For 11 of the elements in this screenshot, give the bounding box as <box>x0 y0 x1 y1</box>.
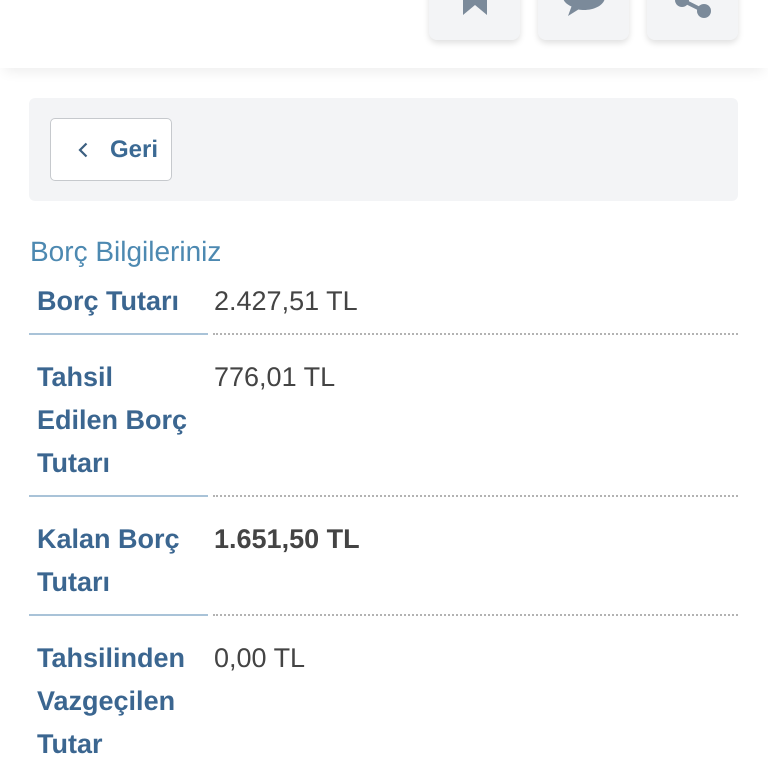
field-label: Kalan Borç Tutarı <box>37 523 181 599</box>
field-label: Tahsilinden Vazgeçilen Tutar <box>37 642 186 761</box>
section-title: Borç Bilgileriniz <box>30 235 222 269</box>
field-value: 776,01 TL <box>214 362 336 392</box>
field-value: 0,00 TL <box>214 643 306 673</box>
field-value: 2.427,51 TL <box>214 286 358 316</box>
field-value: 1.651,50 TL <box>214 524 360 554</box>
field-label: Tahsil Edilen Borç Tutarı <box>37 361 188 480</box>
back-button[interactable]: Geri <box>50 118 172 181</box>
field-label: Borç Tutarı <box>37 285 180 318</box>
chevron-left-icon <box>78 142 88 158</box>
